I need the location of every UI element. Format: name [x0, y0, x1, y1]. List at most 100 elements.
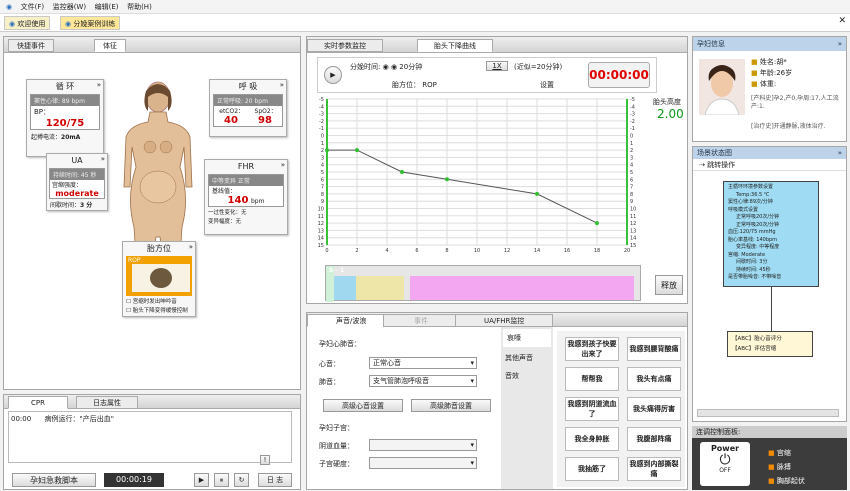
collapse-icon[interactable]: » [838, 37, 842, 51]
heart-sound-select[interactable]: 正常心音 ▾ [369, 357, 477, 369]
indicator-icon: ■ [768, 477, 777, 485]
y-tick-label: 3 [321, 155, 324, 161]
expand-icon[interactable]: » [101, 155, 105, 163]
reset-icon[interactable]: ↻ [234, 473, 249, 487]
voice-back-pain[interactable]: 我感到腰背酸痛 [627, 337, 681, 361]
tab-vitals-monitor[interactable]: 实时参数监控 [307, 39, 383, 52]
tab-case-training[interactable]: ◉ 分娩案例训练 [60, 16, 121, 30]
category-other[interactable]: 其他声音 [501, 349, 553, 367]
circulation-card[interactable]: 循 环 » 窦性心律: 89 bpm BP： 120/75 起搏电流：20mA [26, 79, 104, 157]
voice-swelling[interactable]: 我全身肿胀 [565, 427, 619, 451]
expand-icon[interactable]: » [280, 81, 284, 89]
release-button[interactable]: 释放 [655, 275, 683, 295]
cervix-label: 子宫硬度： [319, 460, 354, 468]
radio-icon[interactable]: ◉ [391, 63, 397, 71]
indicator-pulse: 脉搏 [776, 463, 791, 471]
horizontal-scrollbar[interactable] [697, 409, 839, 417]
voice-tearing-pain[interactable]: 我感到内部撕裂痛 [627, 457, 681, 481]
menu-file[interactable]: 文件(F) [21, 0, 45, 14]
collapse-icon[interactable]: » [838, 147, 842, 159]
tab-quick-events[interactable]: 快捷事件 [8, 39, 54, 52]
tab-events[interactable]: 事件 [383, 314, 459, 327]
respiration-card[interactable]: 呼 吸 » 正常呼吸: 20 bpm etCO2： SpO2： 40 98 [209, 79, 287, 137]
descent-point [400, 170, 404, 174]
opt-descent-label: 胎头下降变得缓慢控制 [132, 308, 188, 314]
expand-icon[interactable]: » [189, 243, 193, 251]
voice-abdominal-pain[interactable]: 我腹部阵痛 [627, 427, 681, 451]
tab-log-props[interactable]: 日志属性 [76, 396, 138, 409]
checkbox-moan[interactable]: ☐ [126, 299, 133, 305]
cervix-select[interactable]: ▾ [369, 457, 477, 469]
y-tick-label-right: 9 [630, 199, 633, 205]
bp-value: 120/75 [45, 118, 85, 129]
indicator-icon: ■ [768, 463, 777, 471]
voice-baby-coming[interactable]: 我感到孩子快要出来了 [565, 337, 619, 361]
ua-card[interactable]: UA » 持续时间: 45 秒 宫缩强度： moderate 间歇时间：3 分 [46, 153, 108, 211]
radio-icon[interactable]: ◉ [383, 63, 389, 71]
control-title: 连调控制面板: [692, 426, 847, 438]
maternal-heading: 孕妇心肺音： [319, 340, 361, 348]
category-effects[interactable]: 音效 [501, 367, 553, 385]
fhr-accel-value: 无 [241, 210, 247, 216]
sound-categories: 哀嚎 其他声音 音效 [501, 327, 553, 489]
scenario-flow-title-text: 场景状态图 [697, 149, 732, 157]
descent-point [535, 191, 539, 196]
voice-severe-headache[interactable]: 我头痛得厉害 [627, 397, 681, 421]
tab-signs[interactable]: 体征 [94, 39, 126, 52]
fhr-unit: bpm [250, 198, 265, 205]
menu-monitor[interactable]: 监控器(W) [53, 0, 86, 14]
node-line: 持续时间: 45秒 [736, 266, 771, 273]
lung-sound-select[interactable]: 支气管肺泡呼吸音 ▾ [369, 375, 477, 387]
speed-button[interactable]: 1X [486, 61, 508, 71]
fhr-card[interactable]: FHR » 中等变异 正常 基线值： 140 bpm 一过性变化：无 变异幅度：… [204, 159, 288, 235]
menu-help[interactable]: 帮助(H) [127, 0, 152, 14]
y-tick-label: 6 [321, 177, 324, 183]
descent-point [595, 221, 599, 226]
opt-moan-label: 宫缩时发出呻吟音 [132, 299, 177, 305]
tab-descent-curve[interactable]: 胎头下降曲线 [417, 39, 493, 52]
fhr-title: FHR [237, 162, 255, 171]
fetal-position-view: ROP [126, 256, 192, 296]
y-tick-label-right: 13 [630, 228, 636, 234]
expand-icon[interactable]: » [97, 81, 101, 89]
node-abc1: 【ABC】胎心音评分 [732, 336, 782, 342]
pos-value: ROP [422, 81, 437, 89]
patient-name: 姓名:胡* [759, 58, 787, 66]
fetal-position-card[interactable]: 胎方位 » ROP ☐ 宫缩时发出呻吟音 ☐ 胎头下降变得缓慢控制 [122, 241, 196, 317]
flow-node-abc[interactable]: 【ABC】胎心音评分 【ABC】评估宫缩 [727, 331, 813, 357]
expand-icon[interactable]: » [281, 161, 285, 169]
alert-icon[interactable]: ! [260, 455, 270, 465]
pace-label: 起搏电流： [31, 134, 62, 141]
close-icon[interactable]: ✕ [838, 16, 846, 26]
y-tick-label-right: -3 [630, 112, 635, 118]
voice-bleeding[interactable]: 我感到阴道流血了 [565, 397, 619, 421]
flow-node-main[interactable]: 主循环环境参数设置 Temp:36.5 ℃ 窦性心律:89次/分钟 呼吸模式设置… [723, 181, 819, 287]
category-wail[interactable]: 哀嚎 [503, 329, 551, 347]
play-icon[interactable]: ▶ [324, 66, 342, 84]
tab-welcome[interactable]: ◉ 欢迎使用 [4, 16, 51, 30]
checkbox-descent[interactable]: ☐ [126, 308, 133, 314]
advanced-lung-button[interactable]: 高级肺音设置 [411, 399, 491, 412]
etco2-value: 40 [224, 115, 238, 126]
fetal-position-title: 胎方位 [147, 244, 171, 253]
vagina-select[interactable]: ▾ [369, 439, 477, 451]
patient-info-title-text: 孕妇信息 [697, 40, 725, 48]
heart-rate-text: 窦性心律: 89 bpm [31, 95, 99, 106]
tab-ua-fhr[interactable]: UA/FHR监控 [455, 314, 554, 327]
voice-headache[interactable]: 我头有点痛 [627, 367, 681, 391]
power-button[interactable]: Power ⏻ OFF [700, 442, 750, 486]
advanced-heart-button[interactable]: 高级心音设置 [323, 399, 403, 412]
pos-label: 胎方位： [392, 81, 420, 89]
bp-label: BP： [34, 108, 51, 116]
voice-help-me[interactable]: 帮帮我 [565, 367, 619, 391]
tab-cpr[interactable]: CPR [8, 396, 68, 409]
voice-cramp[interactable]: 我抽筋了 [565, 457, 619, 481]
menu-edit[interactable]: 编辑(E) [95, 0, 119, 14]
ua-duration: 持续时间: 45 秒 [50, 169, 104, 180]
emergency-script-button[interactable]: 孕妇急救脚本 [12, 473, 96, 487]
play-icon[interactable]: ▶ [194, 473, 209, 487]
x-tick-label: 12 [504, 248, 510, 254]
pause-icon[interactable]: ⏸ [214, 473, 229, 487]
log-button[interactable]: 日 志 [258, 473, 292, 487]
jump-operation[interactable]: 跳转操作 [707, 161, 735, 169]
